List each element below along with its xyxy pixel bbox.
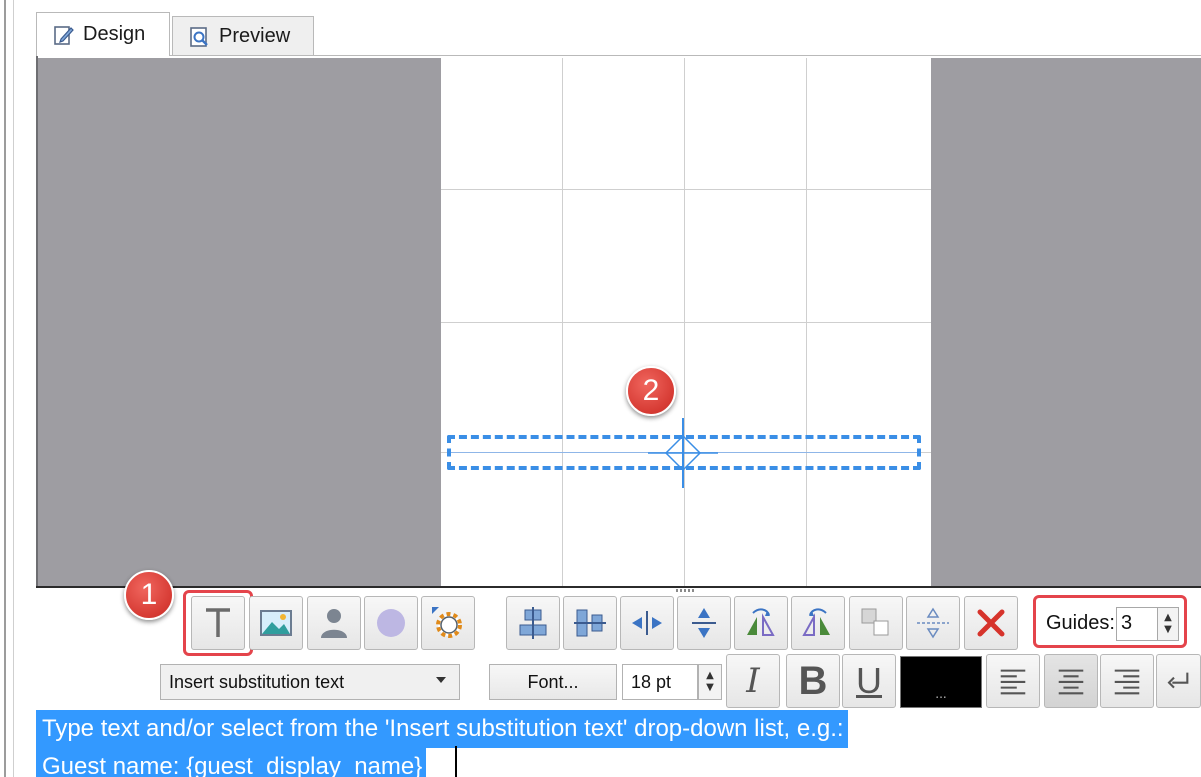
editor-text-line[interactable]: Type text and/or select from the 'Insert… bbox=[36, 710, 848, 748]
move-handle-icon[interactable] bbox=[648, 418, 718, 488]
person-icon bbox=[321, 609, 347, 638]
text-color-button[interactable]: ... bbox=[900, 656, 982, 708]
bold-button[interactable]: B bbox=[786, 654, 840, 708]
tab-design[interactable]: Design bbox=[36, 12, 170, 56]
underline-button[interactable]: U bbox=[842, 654, 896, 708]
text-tool-icon bbox=[206, 608, 230, 637]
snap-to-guides-button[interactable] bbox=[906, 596, 960, 650]
step-callout-1: 1 bbox=[124, 570, 174, 620]
tab-preview[interactable]: Preview bbox=[172, 16, 314, 56]
spin-up-icon[interactable]: ▲ bbox=[706, 670, 714, 682]
align-vertical-center-icon bbox=[574, 609, 606, 637]
italic-button[interactable]: I bbox=[726, 654, 780, 708]
image-icon bbox=[260, 610, 292, 636]
splitter-grip[interactable] bbox=[676, 589, 694, 592]
center-vertical-icon bbox=[692, 608, 716, 638]
bring-to-front-button[interactable] bbox=[849, 596, 903, 650]
font-button[interactable]: Font... bbox=[489, 664, 617, 700]
align-middle-button[interactable] bbox=[563, 596, 617, 650]
delete-element-button[interactable] bbox=[964, 596, 1018, 650]
spin-up-icon[interactable]: ▲ bbox=[1164, 612, 1172, 624]
font-size-input[interactable]: 18 pt bbox=[622, 664, 698, 700]
guides-label: Guides: bbox=[1046, 612, 1115, 634]
align-center-icon bbox=[1058, 669, 1084, 695]
center-horizontal-icon bbox=[632, 611, 662, 635]
center-vertically-button[interactable] bbox=[677, 596, 731, 650]
rotate-left-button[interactable] bbox=[791, 596, 845, 650]
guide-line bbox=[441, 322, 931, 323]
substitution-dropdown[interactable]: Insert substitution text bbox=[160, 664, 460, 700]
tab-preview-label: Preview bbox=[219, 25, 291, 47]
return-arrow-icon bbox=[1167, 672, 1188, 689]
center-horizontally-button[interactable] bbox=[620, 596, 674, 650]
spin-down-icon[interactable]: ▼ bbox=[1164, 624, 1172, 636]
step-callout-2: 2 bbox=[626, 366, 676, 416]
magnifier-page-icon bbox=[189, 26, 211, 48]
guides-count-input[interactable]: 3 bbox=[1116, 607, 1158, 641]
canvas-bottom-border bbox=[36, 586, 1201, 588]
align-horizontal-center-icon bbox=[519, 607, 547, 639]
editor-text-line[interactable]: Guest name: {guest_display_name} bbox=[36, 748, 427, 777]
delete-icon bbox=[977, 609, 1005, 637]
snap-guides-icon bbox=[917, 607, 949, 639]
align-left-button[interactable] bbox=[986, 654, 1040, 708]
rotate-right-icon bbox=[747, 608, 775, 636]
canvas-border bbox=[36, 56, 38, 588]
circle-icon bbox=[377, 609, 405, 637]
align-right-button[interactable] bbox=[1100, 654, 1154, 708]
tab-divider bbox=[170, 55, 1201, 56]
add-image-button[interactable] bbox=[249, 596, 303, 650]
spin-down-icon[interactable]: ▼ bbox=[706, 682, 714, 694]
window-edge bbox=[0, 0, 14, 777]
chevron-down-icon[interactable] bbox=[436, 677, 446, 683]
badge-page[interactable] bbox=[441, 58, 931, 586]
gear-icon bbox=[432, 607, 462, 638]
text-editor[interactable]: Type text and/or select from the 'Insert… bbox=[36, 710, 1201, 777]
add-barcode-button[interactable] bbox=[421, 596, 475, 650]
layer-order-icon bbox=[861, 608, 889, 636]
font-size-spinner[interactable]: ▲ ▼ bbox=[698, 664, 722, 700]
guides-spinner[interactable]: ▲ ▼ bbox=[1157, 607, 1179, 641]
pencil-page-icon bbox=[53, 24, 75, 46]
insert-line-break-button[interactable] bbox=[1156, 654, 1201, 708]
align-right-icon bbox=[1114, 669, 1140, 695]
rotate-left-icon bbox=[802, 608, 830, 636]
text-caret bbox=[455, 746, 457, 777]
rotate-right-button[interactable] bbox=[734, 596, 788, 650]
align-center-text-button[interactable] bbox=[1044, 654, 1098, 708]
align-left-icon bbox=[1000, 669, 1026, 695]
add-text-button[interactable] bbox=[191, 596, 245, 650]
guide-line bbox=[441, 189, 931, 190]
align-center-button[interactable] bbox=[506, 596, 560, 650]
add-photo-button[interactable] bbox=[307, 596, 361, 650]
add-shape-button[interactable] bbox=[364, 596, 418, 650]
tab-design-label: Design bbox=[83, 23, 146, 45]
